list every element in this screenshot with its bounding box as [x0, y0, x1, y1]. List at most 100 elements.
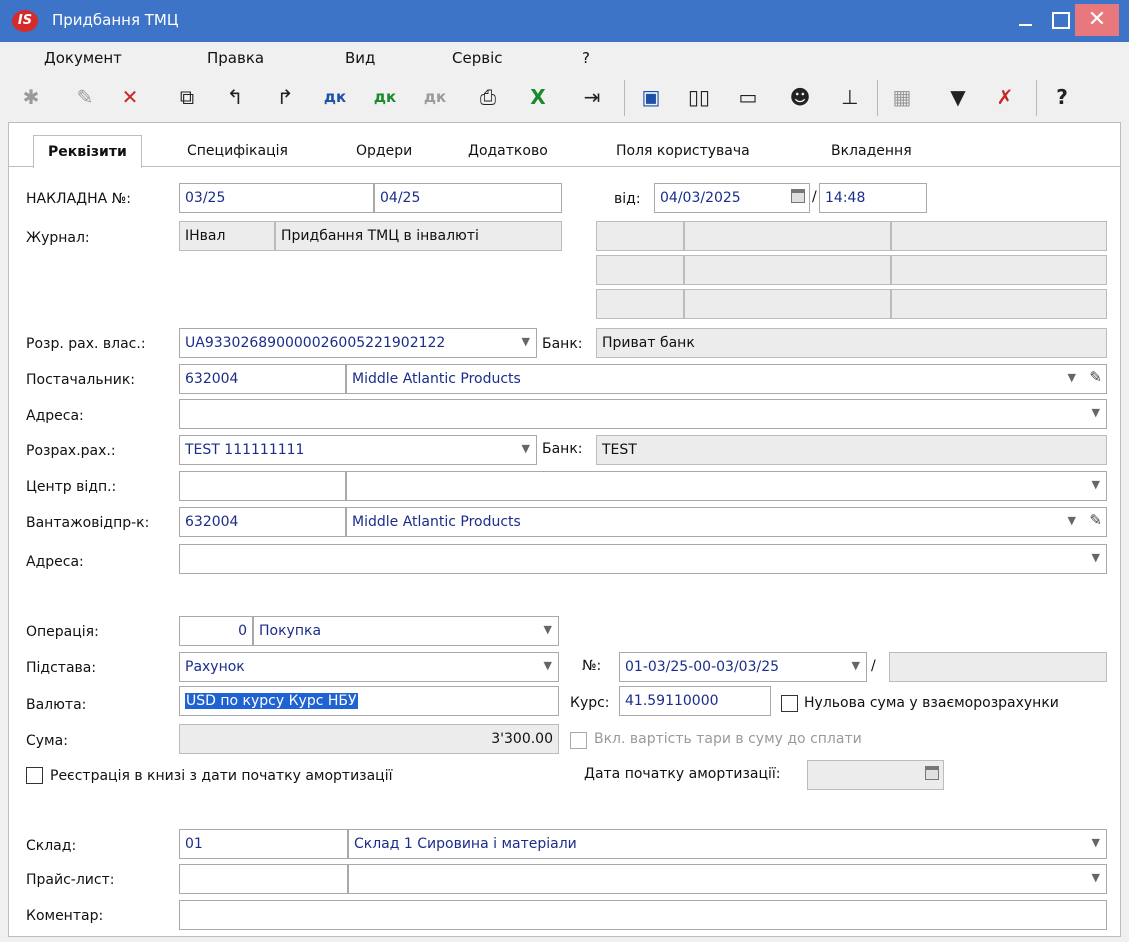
- operation-code-field[interactable]: 0: [179, 616, 253, 646]
- shipper-address-select[interactable]: ▼: [179, 544, 1107, 574]
- add-icon[interactable]: ✱: [16, 82, 46, 112]
- filter-icon[interactable]: ▼: [943, 82, 973, 112]
- own-bank-field: Приват банк: [596, 328, 1107, 358]
- export-excel-icon[interactable]: X: [523, 82, 553, 112]
- invoice-number-field[interactable]: 03/25: [179, 183, 374, 213]
- tab-additional[interactable]: Додатково: [468, 143, 548, 159]
- menu-help[interactable]: ?: [582, 49, 590, 67]
- center-label: Центр відп.:: [26, 479, 117, 495]
- toolbar: ✱ ✎ ✕ ⧉ ↰ ↱ дк дк дк ⎙ X ⇥ ▣ ▯▯ ▭ ☻ ⊥ ▦ …: [0, 74, 1129, 122]
- tare-label: Вкл. вартість тари в суму до сплати: [594, 731, 862, 747]
- center-name-select[interactable]: ▼: [346, 471, 1107, 501]
- warehouse-code-field[interactable]: 01: [179, 829, 348, 859]
- table-icon[interactable]: ▦: [887, 82, 917, 112]
- rate-field[interactable]: 41.59110000: [619, 686, 771, 716]
- own-bank-label: Банк:: [542, 336, 583, 352]
- chevron-down-icon: ▼: [1091, 478, 1100, 491]
- journal-code-field: ІНвал: [179, 221, 275, 251]
- registration-checkbox[interactable]: [26, 767, 43, 784]
- menu-service[interactable]: Сервіс: [452, 49, 502, 67]
- return-alt-icon[interactable]: ↱: [270, 82, 300, 112]
- price-list-name-select[interactable]: ▼: [348, 864, 1107, 894]
- menu-view[interactable]: Вид: [345, 49, 375, 67]
- warehouse-name-select[interactable]: Склад 1 Сировина і матеріали ▼: [348, 829, 1107, 859]
- account-select[interactable]: TEST 111111111 ▼: [179, 435, 537, 465]
- return-icon[interactable]: ↰: [220, 82, 250, 112]
- filter-clear-icon[interactable]: ✗: [990, 82, 1020, 112]
- user-icon[interactable]: ☻: [785, 82, 815, 112]
- grid-cell: [596, 289, 684, 319]
- chevron-down-icon: ▼: [543, 623, 552, 636]
- supplier-code-field[interactable]: 632004: [179, 364, 346, 394]
- pencil-icon[interactable]: ✎: [1089, 368, 1102, 386]
- grid-cell: [891, 221, 1107, 251]
- own-account-label: Розр. рах. влас.:: [26, 336, 146, 352]
- grid-cell: [891, 289, 1107, 319]
- help-icon[interactable]: ?: [1047, 82, 1077, 112]
- date-label: від:: [614, 191, 641, 207]
- calendar-icon[interactable]: [925, 766, 939, 780]
- basis-number-select[interactable]: 01-03/25-00-03/03/25 ▼: [619, 652, 867, 682]
- save-icon[interactable]: ▣: [636, 82, 666, 112]
- chevron-down-icon: ▼: [521, 442, 530, 455]
- folder-icon[interactable]: ▭: [733, 82, 763, 112]
- rate-label: Курс:: [570, 695, 610, 711]
- currency-select[interactable]: USD по курсу Курс НБУ ▼: [179, 686, 559, 716]
- menu-edit[interactable]: Правка: [207, 49, 264, 67]
- currency-label: Валюта:: [26, 697, 87, 713]
- close-button[interactable]: ✕: [1075, 4, 1119, 36]
- shipper-name-select[interactable]: Middle Atlantic Products ▼ ✎: [346, 507, 1107, 537]
- supplier-address-select[interactable]: ▼: [179, 399, 1107, 429]
- basis-separator: /: [871, 658, 876, 674]
- comment-field[interactable]: [179, 900, 1107, 930]
- pencil-icon[interactable]: ✎: [1089, 511, 1102, 529]
- operation-name-select[interactable]: Покупка ▼: [253, 616, 559, 646]
- center-code-field[interactable]: [179, 471, 346, 501]
- shipper-code-field[interactable]: 632004: [179, 507, 346, 537]
- invoice-number-alt-field[interactable]: 04/25: [374, 183, 562, 213]
- chevron-down-icon: ▼: [1091, 871, 1100, 884]
- amort-date-field[interactable]: [807, 760, 944, 790]
- tab-user-fields[interactable]: Поля користувача: [616, 143, 750, 159]
- minimize-button[interactable]: [1005, 4, 1045, 36]
- debit-credit-disabled-icon[interactable]: дк: [420, 82, 450, 112]
- chevron-down-icon: ▼: [542, 693, 551, 706]
- price-list-code-field[interactable]: [179, 864, 348, 894]
- price-list-label: Прайс-лист:: [26, 872, 115, 888]
- app-logo-icon: IS: [12, 10, 38, 32]
- maximize-button[interactable]: [1040, 4, 1080, 36]
- date-time-separator: /: [812, 189, 817, 205]
- hierarchy-icon[interactable]: ⊥: [835, 82, 865, 112]
- menu-document[interactable]: Документ: [44, 49, 122, 67]
- time-field[interactable]: 14:48: [819, 183, 927, 213]
- toolbar-separator: [1036, 80, 1037, 116]
- tab-attachments[interactable]: Вкладення: [831, 143, 912, 159]
- toolbar-separator: [624, 80, 625, 116]
- journal-name-field: Придбання ТМЦ в інвалюті: [275, 221, 562, 251]
- sum-field: 3'300.00: [179, 724, 559, 754]
- date-field[interactable]: 04/03/2025: [654, 183, 810, 213]
- account-bank-label: Банк:: [542, 441, 583, 457]
- delete-icon[interactable]: ✕: [115, 82, 145, 112]
- book-icon[interactable]: ▯▯: [684, 82, 714, 112]
- supplier-name-select[interactable]: Middle Atlantic Products ▼ ✎: [346, 364, 1107, 394]
- grid-cell: [684, 289, 891, 319]
- zero-sum-checkbox[interactable]: [781, 695, 798, 712]
- calendar-icon[interactable]: [791, 189, 805, 203]
- own-account-select[interactable]: UA933026890000026005221902122 ▼: [179, 328, 537, 358]
- chevron-down-icon: ▼: [1067, 371, 1076, 384]
- debit-credit-icon[interactable]: дк: [320, 82, 350, 112]
- chevron-down-icon: ▼: [521, 335, 530, 348]
- print-icon[interactable]: ⎙: [473, 82, 503, 112]
- basis-extra-field: [889, 652, 1107, 682]
- debit-credit-green-icon[interactable]: дк: [370, 82, 400, 112]
- tare-checkbox[interactable]: [570, 732, 587, 749]
- exit-icon[interactable]: ⇥: [577, 82, 607, 112]
- tab-specification[interactable]: Специфікація: [187, 143, 288, 159]
- copy-icon[interactable]: ⧉: [172, 82, 202, 112]
- zero-sum-label: Нульова сума у взаєморозрахунки: [804, 695, 1059, 711]
- basis-select[interactable]: Рахунок ▼: [179, 652, 559, 682]
- edit-icon[interactable]: ✎: [70, 82, 100, 112]
- tab-orders[interactable]: Ордери: [356, 143, 412, 159]
- tab-requisites[interactable]: Реквізити: [33, 135, 142, 168]
